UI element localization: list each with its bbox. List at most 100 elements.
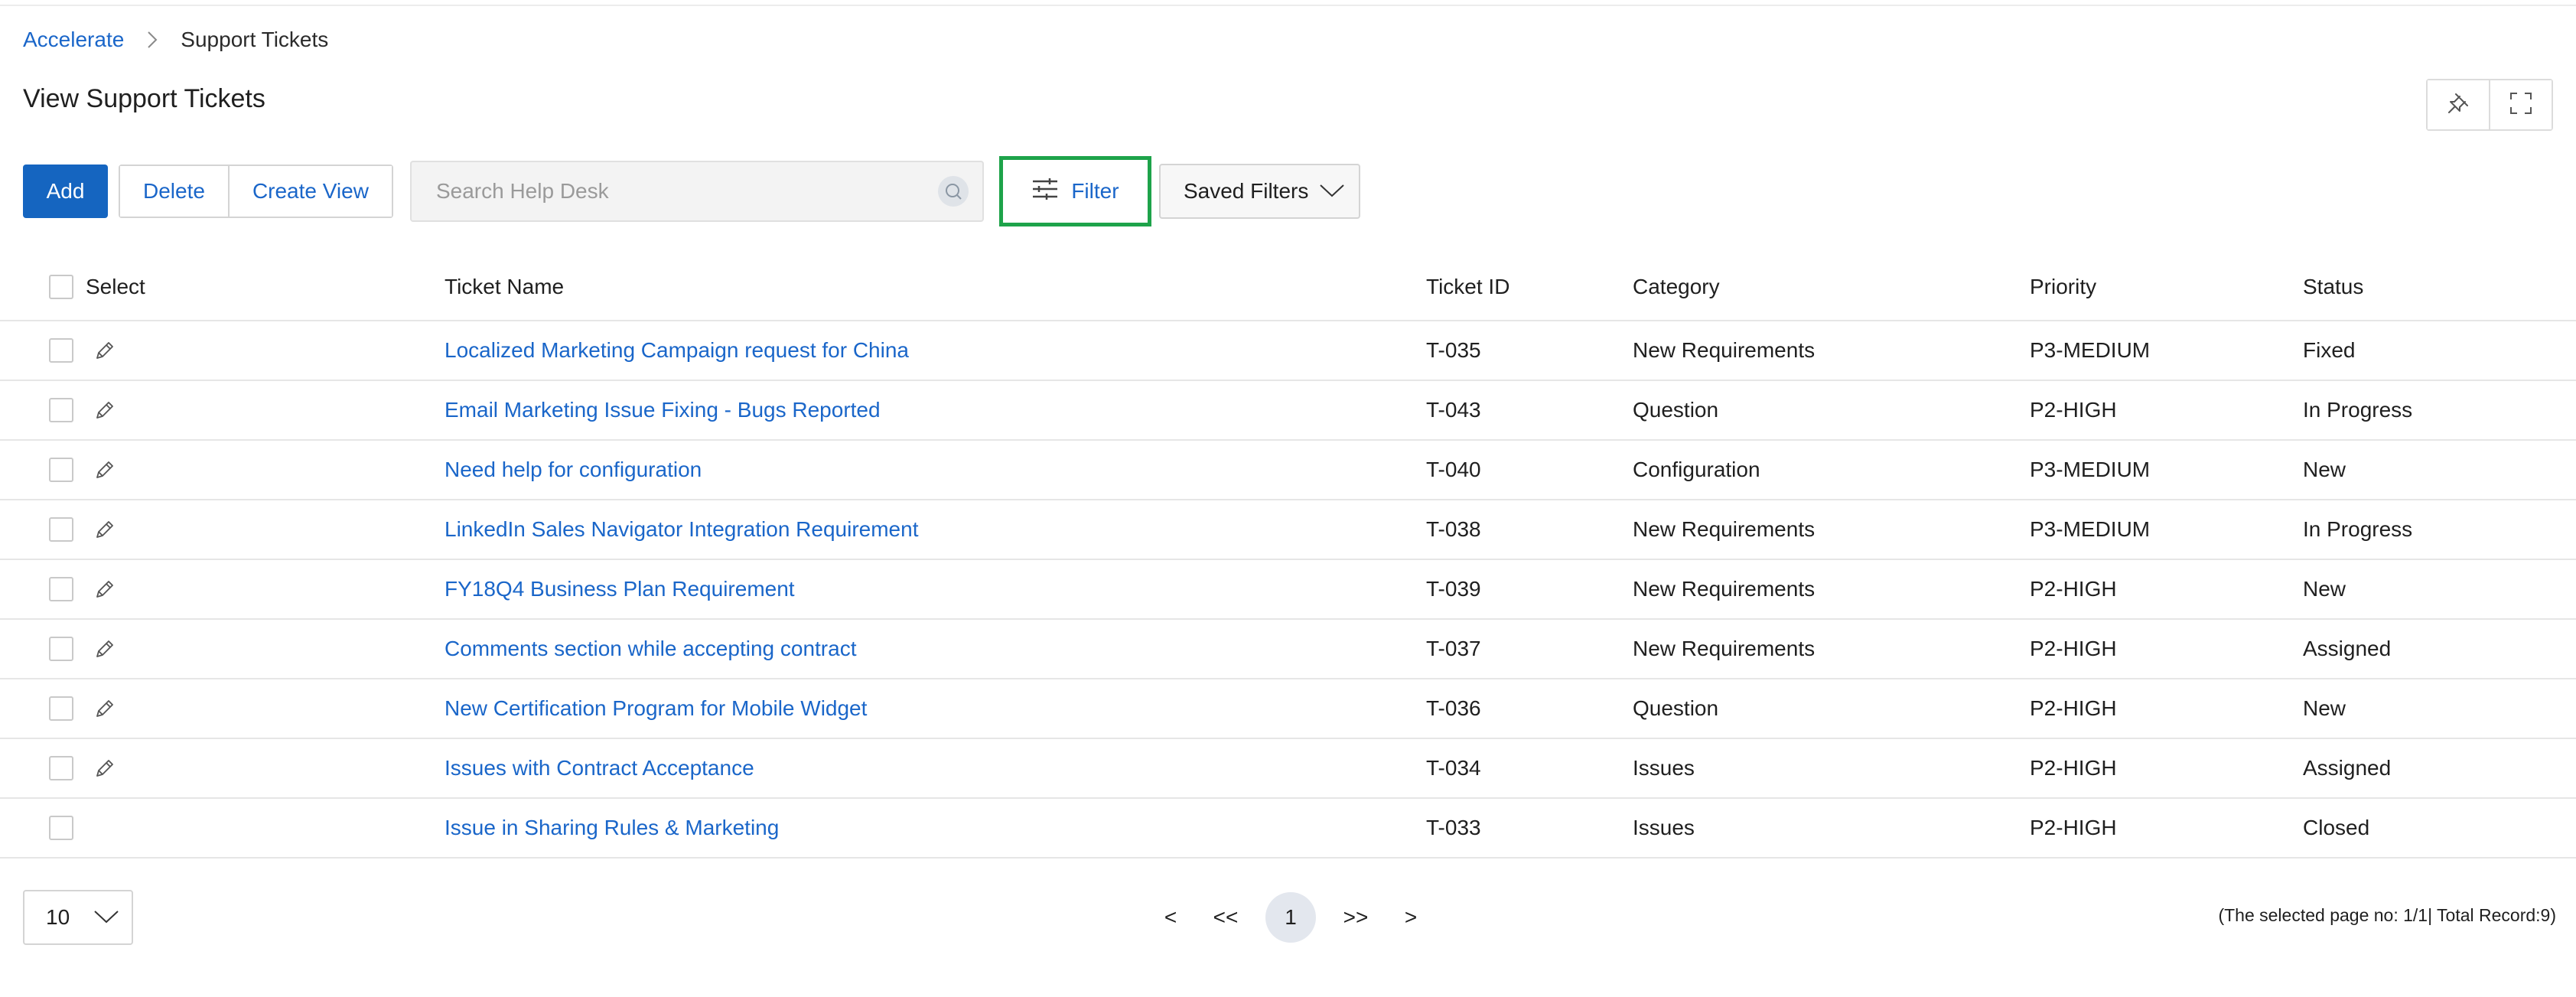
- ticket-category: New Requirements: [1633, 637, 1816, 660]
- pencil-icon[interactable]: [93, 578, 116, 601]
- ticket-priority: P2-HIGH: [2030, 637, 2117, 660]
- view-actions: [2426, 79, 2553, 131]
- row-checkbox[interactable]: [49, 637, 73, 661]
- row-checkbox[interactable]: [49, 398, 73, 422]
- column-header-ticket-id[interactable]: Ticket ID: [1426, 275, 1633, 299]
- sliders-icon: [1031, 177, 1059, 207]
- ticket-priority: P2-HIGH: [2030, 577, 2117, 601]
- ticket-id: T-038: [1426, 517, 1481, 541]
- ticket-priority: P2-HIGH: [2030, 816, 2117, 839]
- ticket-id: T-043: [1426, 398, 1481, 422]
- ticket-name-link[interactable]: Issues with Contract Acceptance: [445, 756, 754, 780]
- ticket-priority: P2-HIGH: [2030, 756, 2117, 780]
- column-header-category[interactable]: Category: [1633, 275, 2030, 299]
- page-size-select[interactable]: 10: [23, 890, 133, 945]
- filter-button[interactable]: Filter: [998, 156, 1151, 226]
- row-checkbox[interactable]: [49, 756, 73, 780]
- pencil-icon[interactable]: [93, 637, 116, 660]
- breadcrumb: Accelerate Support Tickets: [23, 28, 328, 52]
- pencil-icon[interactable]: [93, 518, 116, 541]
- search-input[interactable]: [434, 178, 938, 204]
- last-page-button[interactable]: >>: [1340, 905, 1371, 930]
- column-header-select: Select: [86, 275, 145, 298]
- row-checkbox[interactable]: [49, 696, 73, 721]
- ticket-id: T-037: [1426, 637, 1481, 660]
- chevron-down-icon: [1319, 179, 1345, 204]
- ticket-status: In Progress: [2303, 398, 2413, 422]
- ticket-category: Issues: [1633, 756, 1695, 780]
- saved-filters-dropdown[interactable]: Saved Filters: [1158, 164, 1360, 219]
- page-number-current[interactable]: 1: [1265, 892, 1316, 943]
- pencil-icon[interactable]: [93, 339, 116, 362]
- ticket-id: T-035: [1426, 338, 1481, 362]
- page-title: View Support Tickets: [23, 84, 265, 113]
- search-box: [409, 161, 984, 222]
- row-checkbox[interactable]: [49, 517, 73, 542]
- ticket-category: New Requirements: [1633, 338, 1816, 362]
- select-all-checkbox[interactable]: [49, 275, 73, 299]
- table-row: New Certification Program for Mobile Wid…: [0, 679, 2576, 739]
- pencil-icon[interactable]: [93, 458, 116, 481]
- delete-button[interactable]: Delete: [120, 166, 228, 217]
- ticket-name-link[interactable]: Issue in Sharing Rules & Marketing: [445, 816, 779, 839]
- pencil-icon[interactable]: [93, 399, 116, 422]
- search-icon[interactable]: [937, 176, 969, 207]
- row-checkbox[interactable]: [49, 577, 73, 601]
- ticket-priority: P3-MEDIUM: [2030, 338, 2151, 362]
- ticket-status: Fixed: [2303, 338, 2356, 362]
- ticket-name-link[interactable]: FY18Q4 Business Plan Requirement: [445, 577, 795, 601]
- first-page-button[interactable]: <<: [1210, 905, 1241, 930]
- ticket-status: Closed: [2303, 816, 2370, 839]
- chevron-down-icon: [93, 905, 119, 930]
- ticket-status: New: [2303, 577, 2346, 601]
- ticket-category: New Requirements: [1633, 577, 1816, 601]
- chevron-right-icon: [147, 31, 158, 49]
- ticket-category: Question: [1633, 696, 1719, 720]
- ticket-id: T-039: [1426, 577, 1481, 601]
- ticket-name-link[interactable]: Localized Marketing Campaign request for…: [445, 338, 909, 362]
- page-size-value: 10: [46, 905, 70, 929]
- ticket-priority: P2-HIGH: [2030, 398, 2117, 422]
- table-row: LinkedIn Sales Navigator Integration Req…: [0, 500, 2576, 560]
- ticket-priority: P3-MEDIUM: [2030, 517, 2151, 541]
- fullscreen-button[interactable]: [2489, 80, 2552, 129]
- table-row: Issues with Contract Acceptance T-034 Issu…: [0, 739, 2576, 799]
- ticket-id: T-034: [1426, 756, 1481, 780]
- breadcrumb-root-link[interactable]: Accelerate: [23, 28, 124, 52]
- row-checkbox[interactable]: [49, 338, 73, 363]
- ticket-status: Assigned: [2303, 637, 2392, 660]
- ticket-status: New: [2303, 458, 2346, 481]
- column-header-status[interactable]: Status: [2303, 275, 2576, 299]
- prev-page-button[interactable]: <: [1155, 905, 1186, 930]
- toolbar: Add Delete Create View Filter Saved Filt…: [23, 156, 1360, 226]
- ticket-name-link[interactable]: Need help for configuration: [445, 458, 702, 481]
- ticket-id: T-036: [1426, 696, 1481, 720]
- table-row: Issue in Sharing Rules & Marketing T-033 I…: [0, 799, 2576, 859]
- ticket-name-link[interactable]: Comments section while accepting contrac…: [445, 637, 856, 660]
- column-header-ticket-name[interactable]: Ticket Name: [445, 275, 1426, 299]
- top-divider: [0, 5, 2576, 6]
- row-checkbox[interactable]: [49, 458, 73, 482]
- table-row: Email Marketing Issue Fixing - Bugs Repo…: [0, 381, 2576, 441]
- pencil-icon[interactable]: [93, 697, 116, 720]
- table-body: Localized Marketing Campaign request for…: [0, 321, 2576, 859]
- breadcrumb-current: Support Tickets: [181, 28, 329, 51]
- ticket-name-link[interactable]: LinkedIn Sales Navigator Integration Req…: [445, 517, 918, 541]
- action-button-group: Delete Create View: [119, 165, 393, 218]
- ticket-category: Configuration: [1633, 458, 1760, 481]
- pencil-icon[interactable]: [93, 757, 116, 780]
- next-page-button[interactable]: >: [1395, 905, 1426, 930]
- add-button[interactable]: Add: [23, 165, 108, 218]
- ticket-status: In Progress: [2303, 517, 2413, 541]
- row-checkbox[interactable]: [49, 816, 73, 840]
- table-row: FY18Q4 Business Plan Requirement T-039 New…: [0, 560, 2576, 620]
- ticket-name-link[interactable]: New Certification Program for Mobile Wid…: [445, 696, 867, 720]
- ticket-name-link[interactable]: Email Marketing Issue Fixing - Bugs Repo…: [445, 398, 881, 422]
- pin-button[interactable]: [2428, 80, 2489, 129]
- table-header: Select Ticket Name Ticket ID Category Pr…: [0, 254, 2576, 321]
- column-header-priority[interactable]: Priority: [2030, 275, 2303, 299]
- create-view-button[interactable]: Create View: [227, 166, 392, 217]
- record-summary: (The selected page no: 1/1| Total Record…: [2218, 905, 2556, 925]
- saved-filters-label: Saved Filters: [1183, 179, 1309, 203]
- ticket-category: Question: [1633, 398, 1719, 422]
